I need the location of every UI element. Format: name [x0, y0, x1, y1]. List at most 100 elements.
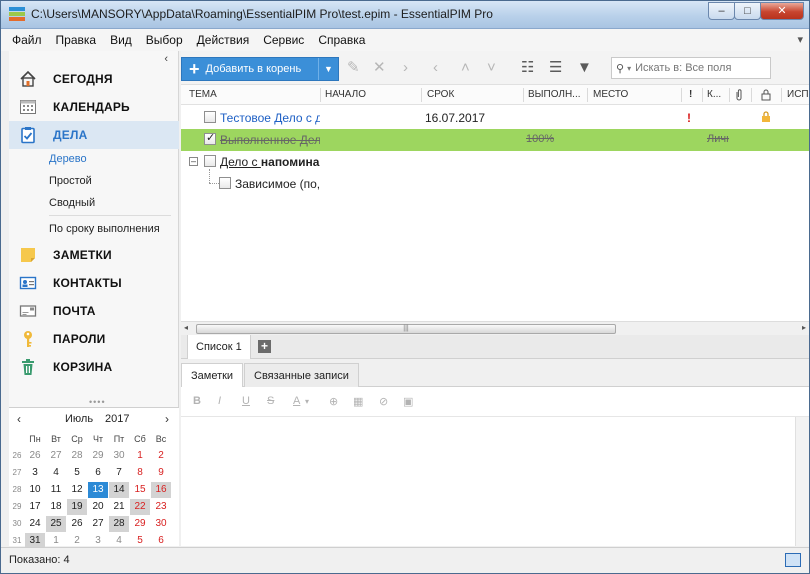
task-checkbox[interactable] [204, 155, 216, 167]
calendar-day[interactable]: 3 [25, 465, 45, 481]
column-subject[interactable]: ТЕМА [189, 89, 217, 100]
maximize-button[interactable]: □ [734, 2, 761, 20]
attach-file-icon[interactable]: ⊘ [379, 395, 388, 408]
tab-list-1[interactable]: Список 1 [187, 335, 251, 359]
menu-view[interactable]: Вид [103, 33, 139, 47]
column-priority[interactable]: ! [689, 89, 692, 100]
minimize-button[interactable]: – [708, 2, 735, 20]
search-box[interactable]: ⚲ ▾ Искать в: Все поля [611, 57, 771, 79]
add-list-button[interactable]: + [258, 340, 271, 353]
font-color-dropdown-icon[interactable]: ▾ [305, 397, 309, 406]
column-divider[interactable] [702, 88, 703, 102]
calendar-day[interactable]: 12 [67, 482, 87, 498]
column-divider[interactable] [751, 88, 752, 102]
attachment-column-icon[interactable] [735, 89, 743, 104]
column-divider[interactable] [421, 88, 422, 102]
calendar-day[interactable]: 22 [130, 498, 150, 515]
tree-collapse-toggle[interactable]: – [189, 157, 198, 166]
bold-button[interactable]: B [193, 395, 201, 407]
calendar-day[interactable]: 26 [67, 516, 87, 532]
pane-splitter[interactable]: •••• [89, 397, 106, 407]
nav-item-tasks[interactable]: ДЕЛА [9, 121, 179, 149]
column-divider[interactable] [523, 88, 524, 102]
calendar-day[interactable]: 21 [109, 499, 129, 515]
calendar-day[interactable]: 13 [88, 481, 108, 498]
calendar-day[interactable]: 9 [151, 465, 171, 481]
calendar-day[interactable]: 25 [46, 515, 66, 532]
calendar-day[interactable]: 8 [130, 465, 150, 481]
calendar-month[interactable]: Июль [65, 413, 93, 425]
calendar-day[interactable]: 29 [130, 516, 150, 532]
column-divider[interactable] [320, 88, 321, 102]
column-start[interactable]: НАЧАЛО [325, 89, 366, 100]
calendar-day[interactable]: 19 [67, 498, 87, 515]
calendar-day[interactable]: 5 [67, 465, 87, 481]
calendar-day[interactable]: 7 [109, 465, 129, 481]
horizontal-scrollbar[interactable]: ◂ ||| ▸ [181, 321, 809, 335]
scroll-left-arrow[interactable]: ◂ [184, 323, 188, 332]
prev-month-button[interactable]: ‹ [17, 412, 21, 426]
collapse-pane-button[interactable]: ‹ [164, 53, 168, 65]
insert-image-icon[interactable]: ▣ [403, 395, 413, 408]
add-to-root-button[interactable]: + Добавить в корень ▼ [181, 57, 339, 81]
column-location[interactable]: МЕСТО [593, 89, 628, 100]
calendar-day[interactable]: 30 [151, 516, 171, 532]
calendar-day[interactable]: 28 [67, 448, 87, 464]
insert-table-icon[interactable]: ▦ [353, 395, 363, 408]
calendar-day[interactable]: 11 [46, 482, 66, 498]
table-row[interactable]: Тестовое Дело с д 16.07.2017 ! [181, 107, 809, 129]
subview-simple[interactable]: Простой [49, 175, 92, 187]
insert-link-icon[interactable]: ⊕ [329, 395, 338, 408]
nav-item-calendar[interactable]: КАЛЕНДАРЬ [9, 93, 179, 121]
calendar-day[interactable]: 27 [46, 448, 66, 464]
task-checkbox[interactable] [204, 131, 216, 145]
nav-item-today[interactable]: СЕГОДНЯ [9, 65, 179, 93]
add-dropdown-arrow[interactable]: ▼ [318, 58, 338, 80]
column-divider[interactable] [781, 88, 782, 102]
task-checkbox[interactable] [219, 177, 231, 189]
menu-select[interactable]: Выбор [139, 33, 190, 47]
close-button[interactable]: ✕ [760, 2, 804, 20]
notes-editor[interactable] [181, 417, 809, 546]
column-category[interactable]: К... [707, 89, 721, 100]
subview-summary[interactable]: Сводный [49, 197, 95, 209]
menu-tools[interactable]: Сервис [256, 33, 311, 47]
menu-actions[interactable]: Действия [190, 33, 257, 47]
tree-view-icon[interactable]: ☷ [521, 60, 534, 76]
calendar-day[interactable]: 6 [88, 465, 108, 481]
calendar-day[interactable]: 28 [109, 515, 129, 532]
italic-button[interactable]: I [218, 395, 221, 407]
edit-icon[interactable]: ✎ [347, 60, 360, 76]
calendar-day[interactable]: 16 [151, 481, 171, 498]
calendar-day[interactable]: 23 [151, 499, 171, 515]
subview-tree[interactable]: Дерево [49, 153, 87, 165]
calendar-day[interactable]: 18 [46, 499, 66, 515]
indent-right-icon[interactable]: › [403, 60, 408, 76]
calendar-day[interactable]: 2 [151, 448, 171, 464]
calendar-day[interactable]: 10 [25, 482, 45, 498]
table-row[interactable]: Выполненное Дел 100% Личн [181, 129, 809, 151]
column-completion[interactable]: ВЫПОЛН... [528, 89, 581, 100]
calendar-day[interactable]: 26 [25, 448, 45, 464]
calendar-day[interactable]: 14 [109, 481, 129, 498]
search-scope-arrow[interactable]: ▾ [627, 64, 631, 73]
table-row[interactable]: – Дело с напомина [181, 151, 809, 173]
column-divider[interactable] [729, 88, 730, 102]
lock-column-icon[interactable] [761, 89, 771, 104]
sync-status-icon[interactable] [785, 553, 801, 567]
column-due[interactable]: СРОК [427, 89, 454, 100]
nav-item-mail[interactable]: ПОЧТА [9, 297, 179, 325]
move-down-icon[interactable]: ˅ [487, 60, 496, 76]
move-up-icon[interactable]: ˄ [461, 60, 470, 76]
menu-file[interactable]: Файл [5, 33, 49, 47]
underline-button[interactable]: U [242, 395, 250, 407]
column-assignee[interactable]: ИСП [787, 89, 809, 100]
tab-notes[interactable]: Заметки [181, 363, 244, 387]
column-divider[interactable] [681, 88, 682, 102]
list-view-icon[interactable]: ☰ [549, 60, 562, 76]
calendar-day[interactable]: 24 [25, 516, 45, 532]
strikethrough-button[interactable]: S [267, 395, 274, 407]
filter-icon[interactable]: ▼ [577, 60, 592, 76]
calendar-year[interactable]: 2017 [105, 413, 129, 425]
calendar-day[interactable]: 30 [109, 448, 129, 464]
